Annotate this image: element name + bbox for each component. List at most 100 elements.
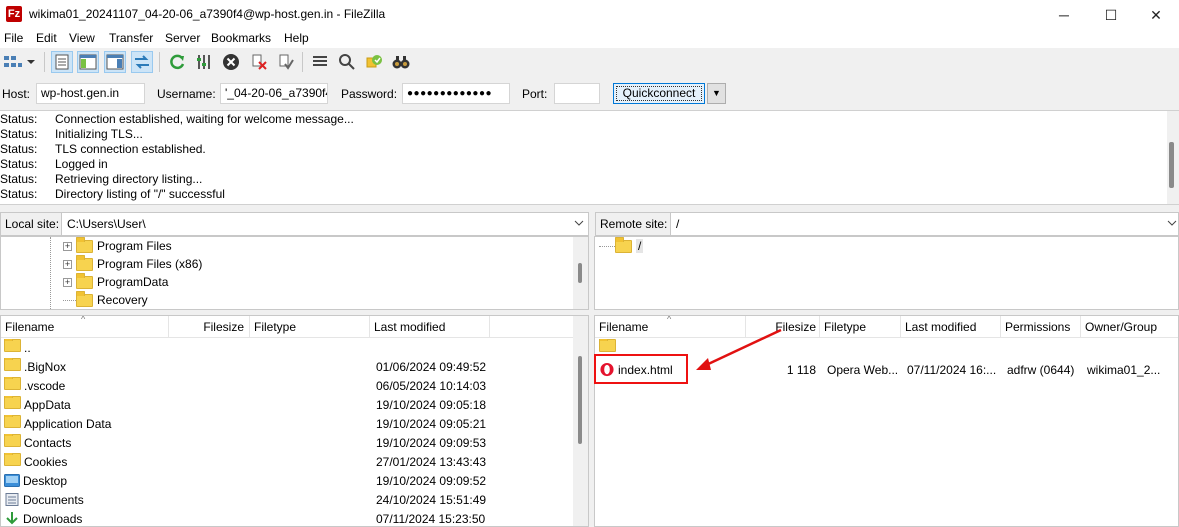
port-input[interactable] <box>554 83 600 104</box>
site-manager-dropdown-icon[interactable] <box>24 51 38 73</box>
toolbar-separator <box>159 52 160 72</box>
quickconnect-button[interactable]: Quickconnect <box>613 83 705 104</box>
filename-cell: Contacts <box>4 434 169 453</box>
column-last-modified[interactable]: Last modified <box>370 316 490 338</box>
table-row[interactable]: Cookies 27/01/2024 13:43:43 <box>1 453 573 472</box>
filename-cell: .BigNox <box>4 358 169 377</box>
minimize-button[interactable]: ─ <box>1041 0 1087 30</box>
table-row[interactable]: AppData 19/10/2024 09:05:18 <box>1 396 573 415</box>
table-row[interactable]: Desktop 19/10/2024 09:09:52 <box>1 472 573 491</box>
owner-group-cell <box>1087 339 1177 358</box>
menu-transfer[interactable]: Transfer <box>109 31 153 45</box>
filename-text: AppData <box>24 398 71 412</box>
search-remote-files-icon[interactable] <box>390 51 412 73</box>
toggle-remote-tree-icon[interactable] <box>104 51 126 73</box>
column-filetype[interactable]: Filetype <box>820 316 901 338</box>
host-label: Host: <box>2 87 31 101</box>
last-modified-cell: 07/11/2024 16:... <box>907 363 997 377</box>
log-scrollbar-thumb[interactable] <box>1169 142 1174 188</box>
chevron-down-icon[interactable] <box>1165 216 1179 232</box>
local-path-input[interactable]: C:\Users\User\ <box>61 212 589 236</box>
password-input[interactable]: ●●●●●●●●●●●●● <box>402 83 510 104</box>
tree-item-label: Program Files <box>97 239 172 253</box>
table-row[interactable]: Documents 24/10/2024 15:51:49 <box>1 491 573 510</box>
column-last-modified[interactable]: Last modified <box>901 316 1001 338</box>
synchronized-browsing-icon[interactable] <box>363 51 385 73</box>
table-row[interactable]: Contacts 19/10/2024 09:09:53 <box>1 434 573 453</box>
maximize-button[interactable]: ☐ <box>1088 0 1134 30</box>
local-site-label: Local site: <box>0 212 65 236</box>
menu-edit[interactable]: Edit <box>36 31 57 45</box>
filename-cell: Application Data <box>4 415 169 434</box>
toggle-message-log-icon[interactable] <box>51 51 73 73</box>
menu-server[interactable]: Server <box>165 31 200 45</box>
annotation-arrow-icon <box>696 328 782 370</box>
refresh-icon[interactable] <box>166 51 188 73</box>
folder-icon <box>599 339 616 352</box>
toolbar-separator <box>44 52 45 72</box>
disconnect-icon[interactable] <box>248 51 270 73</box>
table-row[interactable]: .vscode 06/05/2024 10:14:03 <box>1 377 573 396</box>
close-button[interactable]: ✕ <box>1133 0 1179 30</box>
last-modified-cell: 19/10/2024 09:05:21 <box>376 417 487 431</box>
process-queue-icon[interactable] <box>193 51 215 73</box>
folder-icon <box>4 453 21 466</box>
remote-list-header: Filename ^ Filesize Filetype Last modifi… <box>595 316 1178 338</box>
filename-text: .BigNox <box>24 360 67 374</box>
tree-item[interactable]: + Program Files <box>63 237 172 255</box>
toggle-local-tree-icon[interactable] <box>77 51 99 73</box>
expand-icon[interactable]: + <box>63 259 72 269</box>
tree-item[interactable]: Recovery <box>63 290 148 309</box>
expand-icon[interactable]: + <box>63 277 72 287</box>
folder-icon <box>4 396 21 409</box>
menu-view[interactable]: View <box>69 31 95 45</box>
column-owner-group[interactable]: Owner/Group <box>1081 316 1178 338</box>
column-filetype[interactable]: Filetype <box>250 316 370 338</box>
folder-icon <box>76 290 93 307</box>
cancel-operation-icon[interactable] <box>220 51 242 73</box>
directory-filter-icon[interactable] <box>309 51 331 73</box>
tree-item-label: / <box>636 239 644 253</box>
local-directory-tree: + Program Files + Program Files (x86) + Pro… <box>0 236 589 310</box>
chevron-down-icon[interactable] <box>572 216 586 232</box>
tree-item[interactable]: + Program Files (x86) <box>63 254 202 273</box>
folder-icon <box>4 358 21 371</box>
tree-item[interactable]: / <box>599 237 644 255</box>
filename-text: Downloads <box>23 512 83 526</box>
menu-file[interactable]: File <box>4 31 23 45</box>
sort-ascending-icon: ^ <box>81 315 86 324</box>
tree-item[interactable]: + ProgramData <box>63 272 168 291</box>
menu-help[interactable]: Help <box>284 31 309 45</box>
last-modified-cell: 07/11/2024 15:23:50 <box>376 512 486 526</box>
filename-text: .vscode <box>24 379 66 393</box>
password-label: Password: <box>341 87 398 101</box>
username-input[interactable]: '_04-20-06_a7390f4 <box>220 83 328 104</box>
filename-cell: Cookies <box>4 453 169 472</box>
last-modified-cell: 19/10/2024 09:05:18 <box>376 398 487 412</box>
last-modified-cell: 19/10/2024 09:09:53 <box>376 436 487 450</box>
table-row[interactable]: .BigNox 01/06/2024 09:49:52 <box>1 358 573 377</box>
site-manager-icon[interactable] <box>2 51 24 73</box>
column-permissions[interactable]: Permissions <box>1001 316 1081 338</box>
column-filesize[interactable]: Filesize <box>169 316 250 338</box>
folder-icon <box>76 237 93 253</box>
local-tree-scrollbar-thumb[interactable] <box>578 263 582 283</box>
quickconnect-dropdown-icon[interactable]: ▼ <box>707 83 726 104</box>
toggle-transfer-queue-icon[interactable] <box>131 51 153 73</box>
toolbar-separator <box>302 52 303 72</box>
toggle-filter-icon[interactable] <box>336 51 358 73</box>
table-row[interactable]: Application Data 19/10/2024 09:05:21 <box>1 415 573 434</box>
reconnect-icon[interactable] <box>275 51 297 73</box>
filename-cell: AppData <box>4 396 169 415</box>
remote-path-input[interactable]: / <box>670 212 1179 236</box>
last-modified-cell: 06/05/2024 10:14:03 <box>376 379 487 393</box>
expand-icon[interactable]: + <box>63 241 72 251</box>
menu-bookmarks[interactable]: Bookmarks <box>211 31 271 45</box>
local-list-scrollbar-thumb[interactable] <box>578 356 582 444</box>
remote-file-list: Filename ^ Filesize Filetype Last modifi… <box>594 315 1179 527</box>
remote-site-label: Remote site: <box>595 212 673 236</box>
filename-text: Desktop <box>23 474 68 488</box>
table-row[interactable]: .. <box>1 339 573 358</box>
table-row[interactable]: Downloads 07/11/2024 15:23:50 <box>1 510 573 526</box>
host-input[interactable]: wp-host.gen.in <box>36 83 145 104</box>
